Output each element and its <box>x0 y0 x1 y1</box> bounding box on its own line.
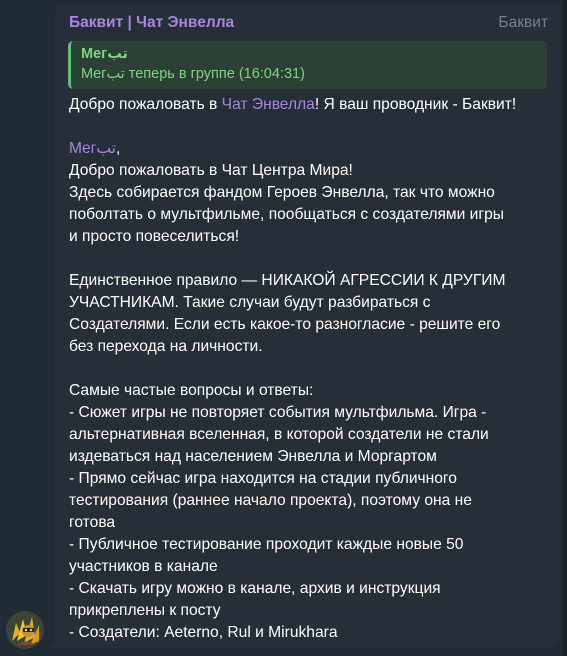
welcome-line: Добро пожаловать в Чат Энвелла! Я ваш пр… <box>69 94 548 116</box>
reply-text: Mегتب теперь в группе (16:04:31) <box>81 66 305 82</box>
faq-line: готова <box>69 514 116 531</box>
reply-quote[interactable]: Mегتب Mегتب теперь в группе (16:04:31) <box>68 41 547 89</box>
welcome-suffix: ! Я ваш проводник - Баквит! <box>314 96 517 113</box>
user-mention[interactable]: Mегتب <box>69 140 116 157</box>
rule-line: без перехода на личности. <box>69 338 263 355</box>
text-line: и просто повеселиться! <box>69 228 240 245</box>
bot-avatar-icon[interactable] <box>6 611 44 649</box>
rule-line: Создателями. Если есть какое-то разногла… <box>69 316 501 333</box>
faq-line: - Прямо сейчас игра находится на стадии … <box>69 470 457 487</box>
faq-line: - Создатели: Aeterno, Rul и Mirukhara <box>69 624 338 641</box>
faq-line: - Сюжет игры не повторяет события мультф… <box>69 404 487 421</box>
message-bubble: Баквит | Чат Энвелла Баквит Mегتب Mегتب … <box>47 4 560 648</box>
text-line: Здесь собирается фандом Героев Энвелла, … <box>69 184 495 201</box>
text-line: Добро пожаловать в Чат Центра Мира! <box>69 162 353 179</box>
faq-line: участников в канале <box>69 558 218 575</box>
text-line: поболтать о мультфильме, пообщаться с со… <box>69 206 504 223</box>
welcome-prefix: Добро пожаловать в <box>69 96 222 113</box>
sender-name[interactable]: Баквит | Чат Энвелла <box>69 14 234 32</box>
reply-author: Mегتب <box>81 46 128 62</box>
faq-line: - Скачать игру можно в канале, архив и и… <box>69 580 441 597</box>
chat-link[interactable]: Чат Энвелла <box>222 96 315 113</box>
message-header: Баквит | Чат Энвелла Баквит <box>69 14 548 36</box>
faq-line: - Публичное тестирование проходит каждые… <box>69 536 464 553</box>
faq-heading: Самые частые вопросы и ответы: <box>69 382 314 399</box>
faq-line: тестирования (раннее начало проекта), по… <box>69 492 472 509</box>
mention-suffix: , <box>116 140 121 157</box>
chat-area: Баквит | Чат Энвелла Баквит Mегتب Mегتب … <box>0 0 567 656</box>
via-bot-label: Баквит <box>498 14 548 31</box>
message-body: Добро пожаловать в Чат Энвелла! Я ваш пр… <box>69 94 548 644</box>
bubble-tail <box>47 638 56 648</box>
rule-line: Единственное правило — НИКАКОЙ АГРЕССИИ … <box>69 272 506 289</box>
scroll-edge <box>563 0 567 656</box>
faq-line: издеваться над населением Энвелла и Морг… <box>69 448 437 465</box>
faq-line: прикреплены к посту <box>69 602 221 619</box>
mention-line: Mегتب, <box>69 138 548 160</box>
rule-line: УЧАСТНИКАМ. Такие случаи будут разбирать… <box>69 294 431 311</box>
faq-line: альтернативная вселенная, в которой созд… <box>69 426 489 443</box>
